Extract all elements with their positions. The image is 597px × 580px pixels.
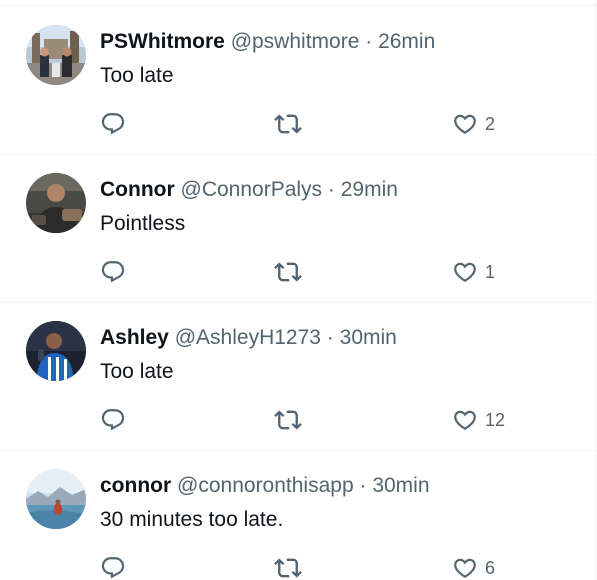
reply-feed: PSWhitmore @pswhitmore · 26min Too late … <box>0 0 597 580</box>
reply-button[interactable] <box>100 257 126 287</box>
like-count: 1 <box>485 262 496 282</box>
reply-icon <box>101 113 125 135</box>
like-button[interactable]: 1 <box>452 257 495 287</box>
avatar-photo <box>26 173 86 233</box>
display-name[interactable]: Connor <box>100 178 175 201</box>
display-name[interactable]: PSWhitmore <box>100 30 225 53</box>
like-icon <box>454 114 476 134</box>
user-handle[interactable]: @ConnorPalys <box>181 178 323 201</box>
retweet-icon <box>274 410 302 430</box>
separator-dot: · <box>365 30 373 53</box>
like-count: 12 <box>485 410 506 430</box>
tweet-text: Too late <box>100 64 174 87</box>
avatar-photo <box>26 321 86 381</box>
avatar[interactable] <box>26 321 86 381</box>
tweet-header: Connor @ConnorPalys · 29min <box>100 177 398 203</box>
separator-dot: · <box>327 178 335 201</box>
retweet-button[interactable] <box>274 405 302 435</box>
avatar-photo <box>26 469 86 529</box>
separator-dot: · <box>359 474 367 497</box>
tweet-text: 30 minutes too late. <box>100 508 284 531</box>
reply-button[interactable] <box>100 405 126 435</box>
timestamp[interactable]: 30min <box>372 474 429 497</box>
avatar-photo <box>26 25 86 85</box>
reply-button[interactable] <box>100 553 126 580</box>
retweet-button[interactable] <box>274 257 302 287</box>
retweet-icon <box>274 558 302 578</box>
like-count: 6 <box>485 558 496 578</box>
user-handle[interactable]: @pswhitmore <box>231 30 360 53</box>
tweet-text: Pointless <box>100 212 186 235</box>
reply-icon <box>101 557 125 579</box>
reply-icon <box>101 409 125 431</box>
display-name[interactable]: connor <box>100 474 171 497</box>
like-button[interactable]: 6 <box>452 553 495 580</box>
avatar[interactable] <box>26 469 86 529</box>
avatar[interactable] <box>26 25 86 85</box>
timestamp[interactable]: 29min <box>341 178 398 201</box>
user-handle[interactable]: @connoronthisapp <box>177 474 354 497</box>
tweet-header: PSWhitmore @pswhitmore · 26min <box>100 29 435 55</box>
tweet[interactable]: Ashley @AshleyH1273 · 30min Too late 12 <box>0 303 596 451</box>
tweet-header: Ashley @AshleyH1273 · 30min <box>100 325 397 351</box>
tweet-text: Too late <box>100 360 174 383</box>
like-button[interactable]: 2 <box>452 109 495 139</box>
like-icon <box>454 410 476 430</box>
like-icon <box>454 558 476 578</box>
retweet-button[interactable] <box>274 553 302 580</box>
avatar[interactable] <box>26 173 86 233</box>
separator-dot: · <box>326 326 334 349</box>
user-handle[interactable]: @AshleyH1273 <box>175 326 321 349</box>
tweet[interactable]: connor @connoronthisapp · 30min 30 minut… <box>0 451 596 580</box>
top-divider <box>0 5 597 6</box>
reply-button[interactable] <box>100 109 126 139</box>
timestamp[interactable]: 26min <box>378 30 435 53</box>
like-count: 2 <box>485 114 496 134</box>
timestamp[interactable]: 30min <box>340 326 397 349</box>
retweet-button[interactable] <box>274 109 302 139</box>
like-icon <box>454 262 476 282</box>
display-name[interactable]: Ashley <box>100 326 169 349</box>
tweet[interactable]: PSWhitmore @pswhitmore · 26min Too late … <box>0 7 596 155</box>
retweet-icon <box>274 262 302 282</box>
tweet-header: connor @connoronthisapp · 30min <box>100 473 430 499</box>
reply-icon <box>101 261 125 283</box>
retweet-icon <box>274 114 302 134</box>
like-button[interactable]: 12 <box>452 405 505 435</box>
tweet[interactable]: Connor @ConnorPalys · 29min Pointless 1 <box>0 155 596 303</box>
